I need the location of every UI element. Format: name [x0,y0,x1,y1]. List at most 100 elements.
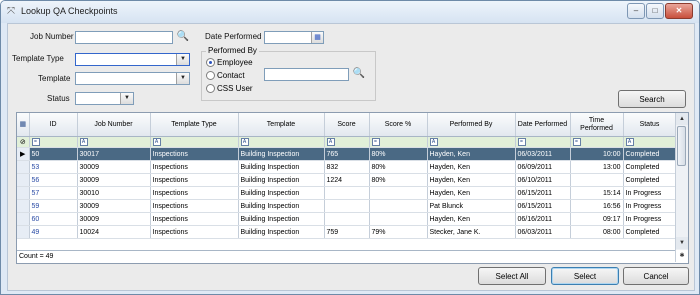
cell-score[interactable] [324,186,370,200]
cell-id[interactable]: 60 [29,212,78,226]
filter-operator-icon[interactable]: = [31,138,40,146]
cell-score[interactable]: 759 [324,225,370,239]
cell-template[interactable]: Building Inspection [238,199,325,213]
table-row[interactable]: 59 30009 Inspections Building Inspection Pat… [17,199,677,213]
performed-by-input[interactable] [264,68,349,81]
column-header[interactable]: Performed By [427,113,516,137]
table-row[interactable]: 53 30009 Inspections Building Inspection 832… [17,160,677,174]
column-header[interactable]: Score % [369,113,428,137]
table-row[interactable]: 60 30009 Inspections Building Inspection Hay… [17,212,677,226]
cell-date[interactable]: 06/03/2011 [515,225,571,239]
filter-operator-icon[interactable]: A [625,138,634,146]
cell-job[interactable]: 30009 [77,212,151,226]
scroll-thumb[interactable] [677,126,686,166]
cell-id[interactable]: 59 [29,199,78,213]
clear-filter-icon[interactable]: ⊘ [17,136,30,148]
cell-template[interactable]: Building Inspection [238,147,325,161]
binoculars-icon[interactable]: 🔍 [176,31,190,43]
job-number-input[interactable] [75,31,173,44]
cell-status[interactable]: Completed [623,160,677,174]
cell-time[interactable]: 13:00 [570,160,624,174]
cell-date[interactable]: 06/15/2011 [515,199,571,213]
cell-by[interactable]: Stecker, Jane K. [427,225,516,239]
cell-pct[interactable] [369,212,428,226]
cell-time[interactable]: 08:00 [570,225,624,239]
row-selector[interactable] [17,173,30,187]
cell-by[interactable]: Hayden, Ken [427,186,516,200]
scroll-down-icon[interactable]: ▼ [676,237,688,249]
row-selector[interactable] [17,225,30,239]
cell-template[interactable]: Building Inspection [238,225,325,239]
filter-cell[interactable]: = [515,136,571,148]
minimize-icon[interactable]: – [627,3,645,19]
cell-type[interactable]: Inspections [150,147,239,161]
cell-type[interactable]: Inspections [150,199,239,213]
cell-time[interactable] [570,173,624,187]
filter-cell[interactable]: = [570,136,624,148]
filter-cell[interactable]: A [324,136,370,148]
cell-score[interactable]: 832 [324,160,370,174]
cell-type[interactable]: Inspections [150,173,239,187]
cell-time[interactable]: 16:56 [570,199,624,213]
cell-job[interactable]: 30009 [77,173,151,187]
filter-cell[interactable]: A [427,136,516,148]
chevron-down-icon[interactable]: ▼ [176,73,189,84]
binoculars-icon[interactable]: 🔍 [352,68,366,80]
cell-template[interactable]: Building Inspection [238,212,325,226]
scroll-up-icon[interactable]: ▲ [676,113,688,125]
cell-job[interactable]: 30009 [77,199,151,213]
chevron-down-icon[interactable]: ▼ [120,93,133,104]
close-icon[interactable]: ✕ [665,3,693,19]
cell-by[interactable]: Hayden, Ken [427,147,516,161]
calendar-icon[interactable]: ▦ [311,32,323,43]
cell-job[interactable]: 30010 [77,186,151,200]
template-type-select[interactable]: ▼ [75,53,190,66]
cell-template[interactable]: Building Inspection [238,186,325,200]
filter-cell[interactable]: = [29,136,78,148]
cell-by[interactable]: Hayden, Ken [427,212,516,226]
table-row[interactable]: 49 10024 Inspections Building Inspection 759… [17,225,677,239]
cell-job[interactable]: 10024 [77,225,151,239]
vertical-scrollbar[interactable]: ▲ ▼ ✱ [675,113,688,262]
column-header[interactable]: Score [324,113,370,137]
filter-cell[interactable]: = [369,136,428,148]
filter-operator-icon[interactable]: = [371,138,380,146]
column-header[interactable]: Job Number [77,113,151,137]
cell-id[interactable]: 50 [29,147,78,161]
cell-score[interactable]: 765 [324,147,370,161]
filter-operator-icon[interactable]: = [572,138,581,146]
table-row[interactable]: 56 30009 Inspections Building Inspection 122… [17,173,677,187]
cell-date[interactable]: 06/03/2011 [515,147,571,161]
cell-by[interactable]: Hayden, Ken [427,173,516,187]
cell-type[interactable]: Inspections [150,186,239,200]
filter-operator-icon[interactable]: A [326,138,335,146]
cell-pct[interactable]: 80% [369,173,428,187]
row-selector[interactable] [17,199,30,213]
column-header[interactable]: Template [238,113,325,137]
row-selector[interactable] [17,186,30,200]
cell-status[interactable]: Completed [623,147,677,161]
filter-operator-icon[interactable]: A [429,138,438,146]
cell-pct[interactable]: 80% [369,147,428,161]
cell-by[interactable]: Pat Blunck [427,199,516,213]
table-row[interactable]: ▶ 50 30017 Inspections Building Inspection 76… [17,147,677,161]
column-header[interactable]: Template Type [150,113,239,137]
filter-operator-icon[interactable]: A [152,138,161,146]
row-selector[interactable] [17,160,30,174]
cell-id[interactable]: 56 [29,173,78,187]
row-selector[interactable] [17,212,30,226]
filter-cell[interactable]: A [238,136,325,148]
cell-time[interactable]: 09:17 [570,212,624,226]
filter-operator-icon[interactable]: = [517,138,526,146]
cell-pct[interactable] [369,186,428,200]
cell-id[interactable]: 49 [29,225,78,239]
cell-pct[interactable] [369,199,428,213]
status-select[interactable]: ▼ [75,92,134,105]
radio-css-user[interactable]: CSS User [206,84,253,94]
maximize-icon[interactable]: □ [646,3,664,19]
search-button[interactable]: Search [618,90,686,108]
column-header[interactable]: Status [623,113,677,137]
filter-operator-icon[interactable]: A [240,138,249,146]
cell-date[interactable]: 06/10/2011 [515,173,571,187]
cell-by[interactable]: Hayden, Ken [427,160,516,174]
